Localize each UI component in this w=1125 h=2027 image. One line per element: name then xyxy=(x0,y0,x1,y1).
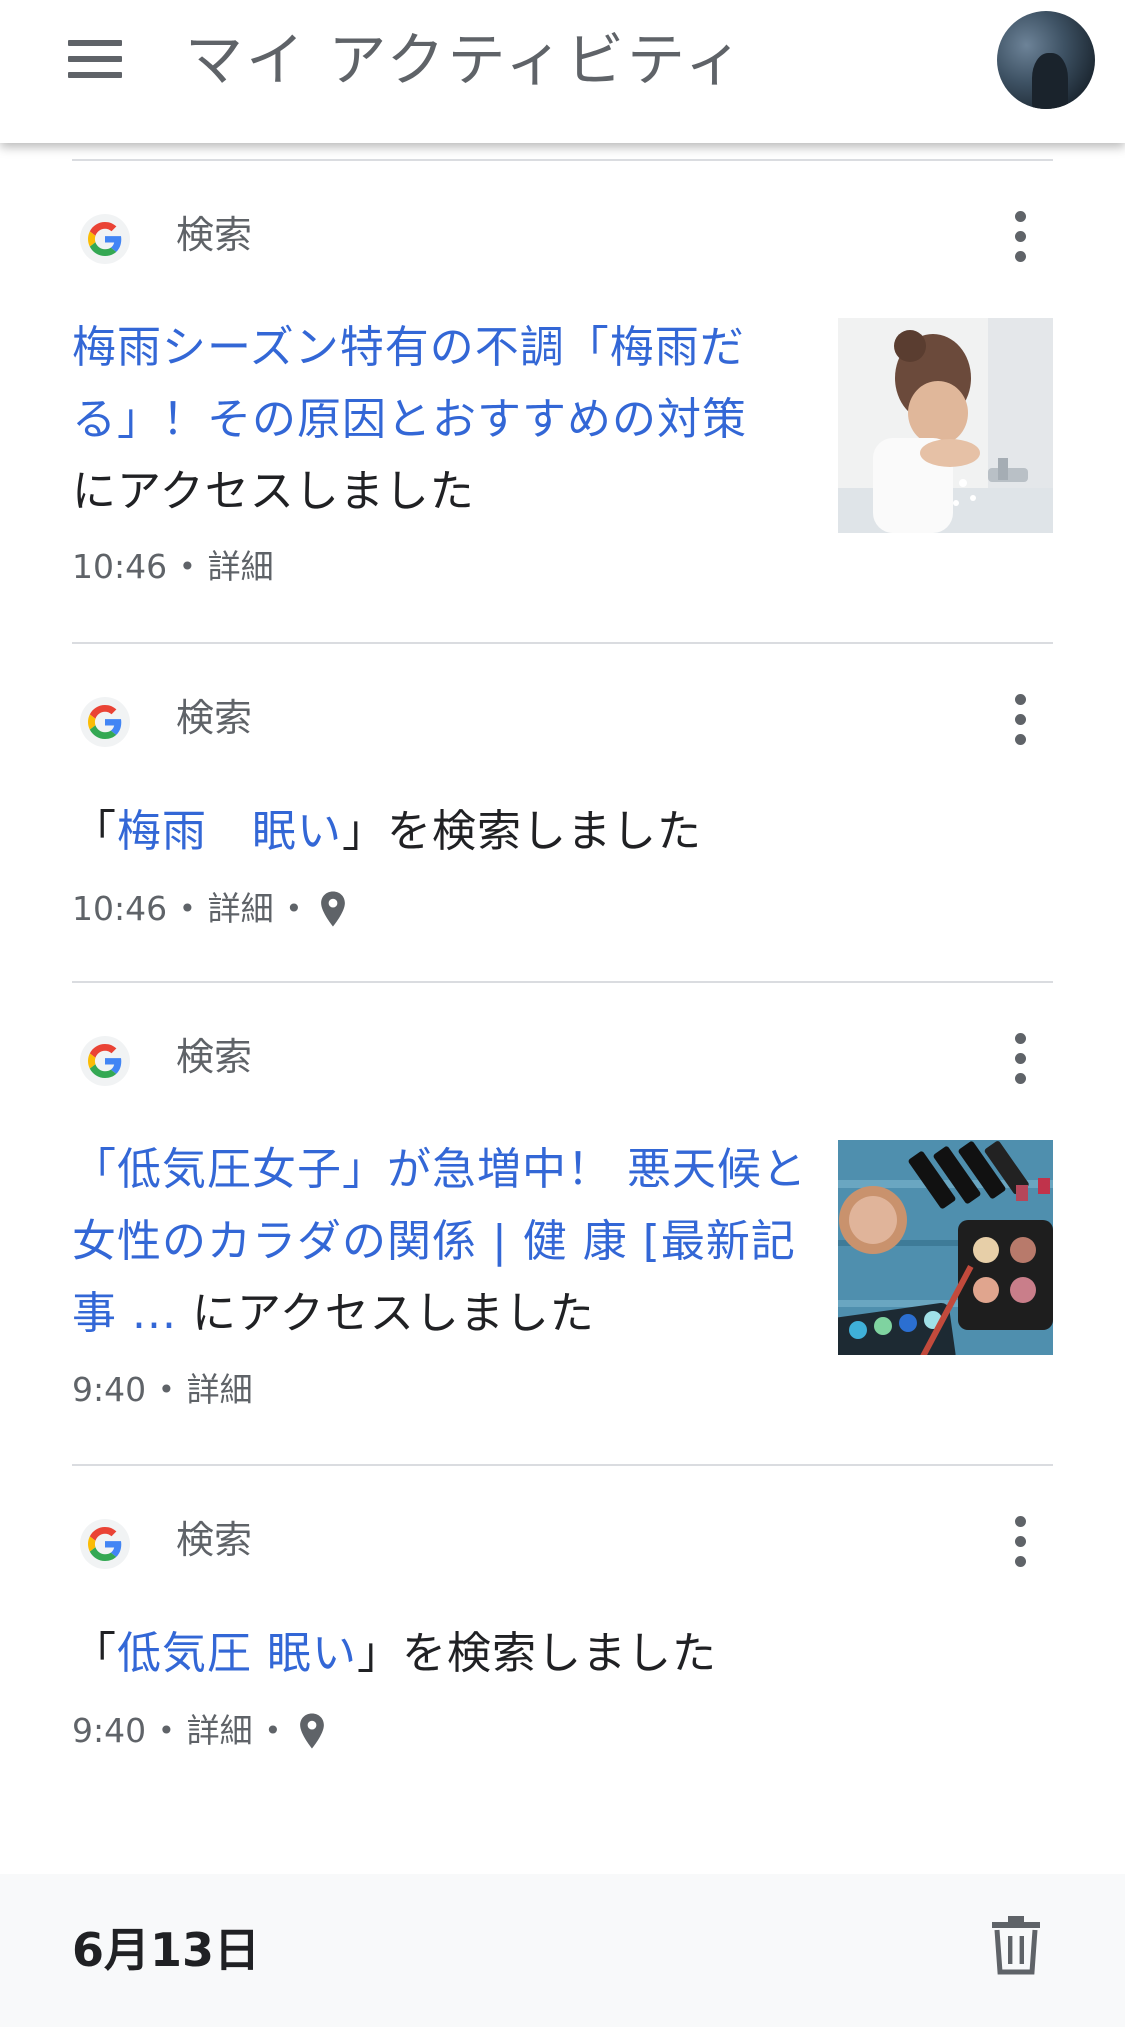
activity-time: 10:46 xyxy=(72,889,168,928)
date-section-header: 6月13日 xyxy=(0,1874,1125,2027)
separator-dot: • xyxy=(264,1714,282,1747)
location-pin-icon[interactable] xyxy=(297,1712,327,1750)
more-options-icon[interactable] xyxy=(1000,1511,1040,1575)
activity-header: 検索 xyxy=(80,1033,1060,1116)
location-pin-icon[interactable] xyxy=(318,890,348,928)
divider xyxy=(72,981,1053,983)
activity-suffix: 」を検索しました xyxy=(342,806,702,857)
source-label: 検索 xyxy=(176,696,253,740)
more-options-icon[interactable] xyxy=(1000,206,1040,270)
thumbnail-makeup-products[interactable] xyxy=(838,1140,1053,1355)
divider xyxy=(72,642,1053,644)
activity-header: 検索 xyxy=(80,694,1060,777)
activity-link[interactable]: 梅雨シーズン特有の不調「梅雨だる」！その原因とおすすめの対策 xyxy=(72,322,747,445)
activity-meta: 10:46 • 詳細 xyxy=(72,543,274,591)
activity-text: 「低気圧 眠い」を検索しました xyxy=(72,1618,717,1690)
separator-dot: • xyxy=(285,892,303,925)
more-options-icon[interactable] xyxy=(1000,1028,1040,1092)
activity-header: 検索 xyxy=(80,211,1060,294)
google-icon xyxy=(80,697,130,747)
activity-time: 10:46 xyxy=(72,547,168,586)
google-icon xyxy=(80,1036,130,1086)
details-link[interactable]: 詳細 xyxy=(187,1366,253,1414)
activity-suffix: 」を検索しました xyxy=(357,1628,717,1679)
activity-text: 「梅雨 眠い」を検索しました xyxy=(72,796,702,868)
activity-meta: 9:40 • 詳細 • xyxy=(72,1707,327,1755)
separator-dot: • xyxy=(158,1373,175,1406)
source-label: 検索 xyxy=(176,1518,253,1562)
separator-dot: • xyxy=(179,892,196,925)
activity-text: 「低気圧女子」が急増中！ 悪天候と女性のカラダの関係 | 健 康 [最新記事 .… xyxy=(72,1134,812,1350)
activity-suffix: にアクセスしました xyxy=(176,1288,595,1339)
quote-open: 「 xyxy=(72,806,117,857)
activity-time: 9:40 xyxy=(72,1711,147,1750)
account-avatar[interactable] xyxy=(997,11,1095,109)
source-label: 検索 xyxy=(176,1035,253,1079)
separator-dot: • xyxy=(158,1714,175,1747)
thumbnail-woman-washing-face[interactable] xyxy=(838,318,1053,533)
source-label: 検索 xyxy=(176,213,253,257)
activity-text: 梅雨シーズン特有の不調「梅雨だる」！その原因とおすすめの対策にアクセスしました xyxy=(72,312,812,528)
hamburger-menu-icon[interactable] xyxy=(62,34,130,102)
activity-header: 検索 xyxy=(80,1516,1060,1599)
trash-icon[interactable] xyxy=(990,1914,1042,1976)
google-icon xyxy=(80,214,130,264)
google-icon xyxy=(80,1519,130,1569)
quote-open: 「 xyxy=(72,1628,117,1679)
details-link[interactable]: 詳細 xyxy=(208,885,274,933)
activity-meta: 10:46 • 詳細 • xyxy=(72,885,348,933)
more-options-icon[interactable] xyxy=(1000,689,1040,753)
divider xyxy=(72,159,1053,161)
activity-time: 9:40 xyxy=(72,1370,147,1409)
details-link[interactable]: 詳細 xyxy=(208,543,274,591)
details-link[interactable]: 詳細 xyxy=(187,1707,253,1755)
search-query-link[interactable]: 梅雨 眠い xyxy=(117,806,342,857)
activity-meta: 9:40 • 詳細 xyxy=(72,1366,253,1414)
divider xyxy=(72,1464,1053,1466)
app-bar: マイ アクティビティ xyxy=(0,0,1125,143)
separator-dot: • xyxy=(179,550,196,583)
search-query-link[interactable]: 低気圧 眠い xyxy=(117,1628,357,1679)
page-title: マイ アクティビティ xyxy=(185,26,746,94)
activity-suffix: にアクセスしました xyxy=(72,466,475,517)
date-label: 6月13日 xyxy=(72,1923,261,1977)
